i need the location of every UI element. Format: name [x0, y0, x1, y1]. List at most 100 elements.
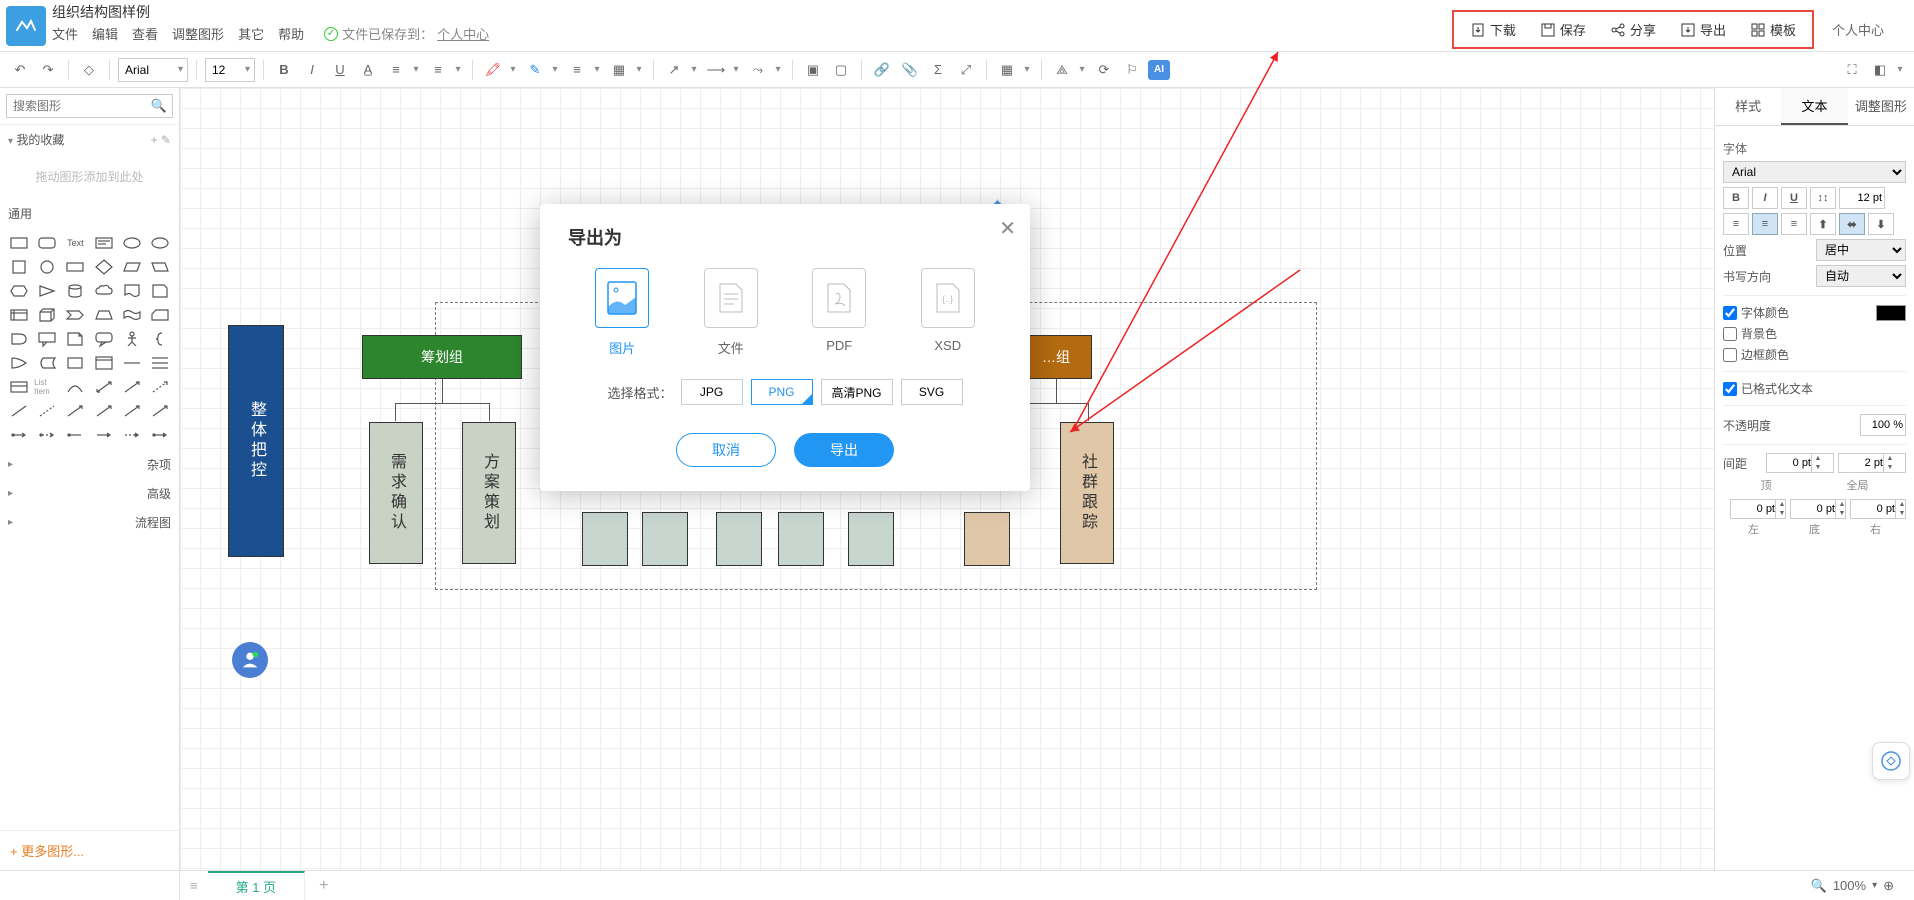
font-size-input[interactable]	[1839, 187, 1885, 209]
search-icon[interactable]: 🔍	[151, 98, 167, 114]
ai-button[interactable]: AI	[1148, 60, 1170, 80]
shape-roundrect[interactable]	[34, 232, 60, 254]
bold-toggle[interactable]: B	[1723, 187, 1749, 209]
dialog-export-button[interactable]: 导出	[794, 433, 894, 467]
font-select[interactable]: Arial	[118, 58, 188, 82]
crop-button[interactable]: ⟁	[1050, 58, 1074, 82]
shape-diamond[interactable]	[90, 256, 116, 278]
node-master[interactable]: 整体把控	[228, 325, 284, 557]
undo-button[interactable]: ↶	[8, 58, 32, 82]
font-family-select[interactable]: Arial	[1723, 161, 1906, 183]
shape-dasharrow[interactable]	[147, 376, 173, 398]
format-png[interactable]: PNG	[751, 379, 813, 405]
share-button[interactable]: 分享	[1602, 16, 1664, 43]
lineheight-button[interactable]: ↕↕	[1810, 187, 1836, 209]
font-size-select[interactable]: 12	[205, 58, 255, 82]
shape-oval2[interactable]	[147, 232, 173, 254]
app-logo[interactable]	[6, 6, 46, 46]
send-back-button[interactable]: ▢	[829, 58, 853, 82]
shape-line2a[interactable]	[62, 400, 88, 422]
expand-button[interactable]: ⤢	[954, 58, 978, 82]
menu-edit[interactable]: 编辑	[92, 24, 118, 43]
fullscreen-button[interactable]: ⛶	[1840, 58, 1864, 82]
connector-2-button[interactable]: ⟶	[704, 58, 728, 82]
underline-button[interactable]: U	[328, 58, 352, 82]
shape-note[interactable]	[62, 328, 88, 350]
menu-help[interactable]: 帮助	[278, 24, 304, 43]
shape-cylinder[interactable]	[62, 280, 88, 302]
more-shapes-button[interactable]: + 更多图形...	[0, 830, 179, 870]
advanced-header[interactable]: ▸ 高级	[0, 479, 179, 508]
shape-conn4[interactable]	[90, 424, 116, 446]
dialog-cancel-button[interactable]: 取消	[676, 433, 776, 467]
shape-document[interactable]	[119, 280, 145, 302]
flag-button[interactable]: ⚐	[1120, 58, 1144, 82]
tab-adjust[interactable]: 调整图形	[1848, 88, 1914, 125]
favorites-header[interactable]: ▾ 我的收藏 + ✎	[0, 125, 179, 154]
node-hidden-2[interactable]	[642, 512, 688, 566]
shape-arrow[interactable]	[119, 376, 145, 398]
format-jpg[interactable]: JPG	[681, 379, 743, 405]
node-req-confirm[interactable]: 需求确认	[369, 422, 423, 564]
shape-line[interactable]	[6, 400, 32, 422]
table-button[interactable]: ▦	[995, 58, 1019, 82]
italic-button[interactable]: I	[300, 58, 324, 82]
saved-link[interactable]: 个人中心	[437, 24, 489, 43]
save-button[interactable]: 保存	[1532, 16, 1594, 43]
dialog-close-button[interactable]: ✕	[999, 216, 1016, 241]
shape-square[interactable]	[6, 256, 32, 278]
shape-textbox[interactable]	[90, 232, 116, 254]
node-unknown-group[interactable]: …组	[1020, 335, 1092, 379]
shape-curve[interactable]	[62, 376, 88, 398]
shape-line2b[interactable]	[90, 400, 116, 422]
shape-or[interactable]	[6, 352, 32, 374]
line-color-button[interactable]: ✎	[523, 58, 547, 82]
shape-data[interactable]	[34, 352, 60, 374]
spacing-left-input[interactable]: ▲▼	[1730, 499, 1786, 519]
export-type-image[interactable]: 图片	[595, 268, 649, 357]
download-button[interactable]: 下载	[1462, 16, 1524, 43]
shape-conn5[interactable]	[119, 424, 145, 446]
shadow-button[interactable]: ▦	[607, 58, 631, 82]
spacing-right-input[interactable]: ▲▼	[1850, 499, 1906, 519]
bold-button[interactable]: B	[272, 58, 296, 82]
shape-parallelogram[interactable]	[119, 256, 145, 278]
direction-select[interactable]: 自动	[1816, 265, 1906, 287]
menu-file[interactable]: 文件	[52, 24, 78, 43]
align-left[interactable]: ≡	[1723, 213, 1749, 235]
shape-dashline[interactable]	[34, 400, 60, 422]
node-hidden-3[interactable]	[716, 512, 762, 566]
formatted-text-check[interactable]	[1723, 382, 1737, 396]
document-title[interactable]: 组织结构图样例	[52, 2, 1452, 22]
shape-callout[interactable]	[34, 328, 60, 350]
underline-toggle[interactable]: U	[1781, 187, 1807, 209]
shape-internal[interactable]	[6, 304, 32, 326]
shape-card[interactable]	[147, 304, 173, 326]
connector-1-button[interactable]: ↗	[662, 58, 686, 82]
avatar-icon[interactable]	[232, 642, 268, 678]
shape-line3a[interactable]	[119, 400, 145, 422]
page-tab-1[interactable]: 第 1 页	[208, 871, 305, 900]
shape-container[interactable]	[90, 352, 116, 374]
shape-cube[interactable]	[34, 304, 60, 326]
connector-3-button[interactable]: ⤳	[746, 58, 770, 82]
align-right[interactable]: ≡	[1781, 213, 1807, 235]
shape-line3b[interactable]	[147, 400, 173, 422]
node-plan-group[interactable]: 筹划组	[362, 335, 522, 379]
line-style-button[interactable]: ≡	[565, 58, 589, 82]
tab-text[interactable]: 文本	[1781, 88, 1847, 125]
zoom-out-button[interactable]: 🔍	[1811, 878, 1827, 894]
shape-conn1[interactable]	[6, 424, 32, 446]
align-center[interactable]: ≡	[1752, 213, 1778, 235]
shape-listitem[interactable]: List Item	[34, 376, 60, 398]
shape-doc2[interactable]	[147, 280, 173, 302]
formula-button[interactable]: Σ	[926, 58, 950, 82]
shape-conn6[interactable]	[147, 424, 173, 446]
shape-and[interactable]	[6, 328, 32, 350]
redo-button[interactable]: ↷	[36, 58, 60, 82]
shape-actor[interactable]	[119, 328, 145, 350]
node-community[interactable]: 社群跟踪	[1060, 422, 1114, 564]
add-page-button[interactable]: +	[305, 877, 342, 895]
shape-rect2[interactable]	[62, 352, 88, 374]
shape-list[interactable]	[6, 376, 32, 398]
